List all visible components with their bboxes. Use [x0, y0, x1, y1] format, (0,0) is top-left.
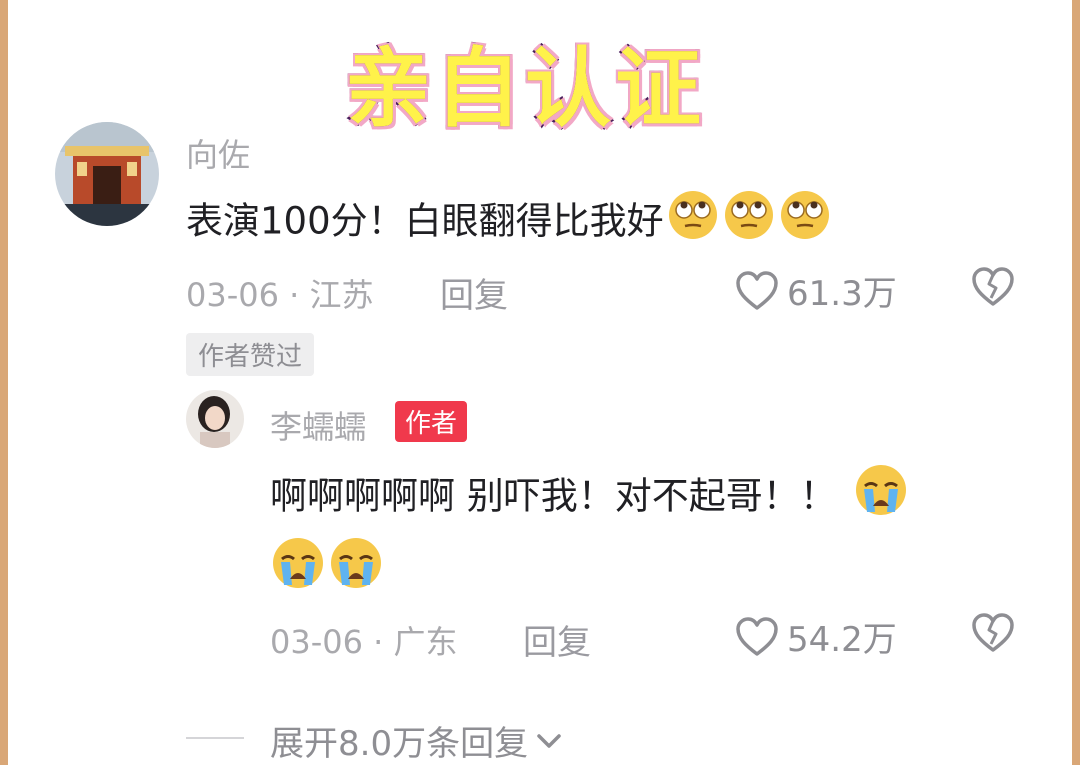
heart-icon: [736, 270, 778, 310]
dislike-button[interactable]: [970, 266, 1016, 312]
comment-body: 表演100分！白眼翻得比我好: [186, 199, 664, 243]
reply-username[interactable]: 李蠕蠕: [270, 402, 366, 448]
eye-roll-emoji-icon: [666, 188, 720, 258]
author-badge: 作者: [395, 401, 468, 442]
reply-button[interactable]: 回复: [440, 268, 508, 317]
author-liked-tag: 作者赞过: [186, 333, 315, 376]
reply-button[interactable]: 回复: [523, 615, 591, 664]
like-button[interactable]: 54.2万: [735, 612, 897, 661]
comment-username[interactable]: 向佐: [186, 130, 250, 176]
like-count: 54.2万: [787, 620, 897, 660]
like-count: 61.3万: [787, 274, 897, 314]
crying-emoji-icon: [270, 535, 326, 607]
eye-roll-emoji-icon: [778, 188, 832, 258]
expand-replies-label: 展开8.0万条回复: [270, 724, 529, 764]
reply-emoji-line: [268, 535, 384, 607]
comment-date-location: 03-06 · 江苏: [186, 276, 374, 314]
divider: [186, 737, 244, 739]
comment-text: 表演100分！白眼翻得比我好: [186, 188, 832, 258]
avatar[interactable]: [55, 122, 159, 226]
banner-title: 亲自认证: [343, 37, 705, 141]
crying-emoji-icon: [853, 462, 909, 534]
expand-replies-button[interactable]: 展开8.0万条回复: [270, 716, 562, 765]
broken-heart-icon: [972, 267, 1014, 306]
like-button[interactable]: 61.3万: [735, 266, 897, 315]
dislike-button[interactable]: [970, 612, 1016, 658]
heart-icon: [736, 616, 778, 656]
reply-date-location: 03-06 · 广东: [270, 623, 458, 661]
broken-heart-icon: [972, 613, 1014, 652]
reply-text: 啊啊啊啊啊 别吓我！对不起哥！！: [270, 462, 909, 534]
eye-roll-emoji-icon: [722, 188, 776, 258]
reply-body: 啊啊啊啊啊 别吓我！对不起哥！！: [270, 474, 837, 518]
crying-emoji-icon: [328, 535, 384, 607]
chevron-down-icon: [537, 733, 561, 748]
avatar[interactable]: [186, 390, 244, 448]
